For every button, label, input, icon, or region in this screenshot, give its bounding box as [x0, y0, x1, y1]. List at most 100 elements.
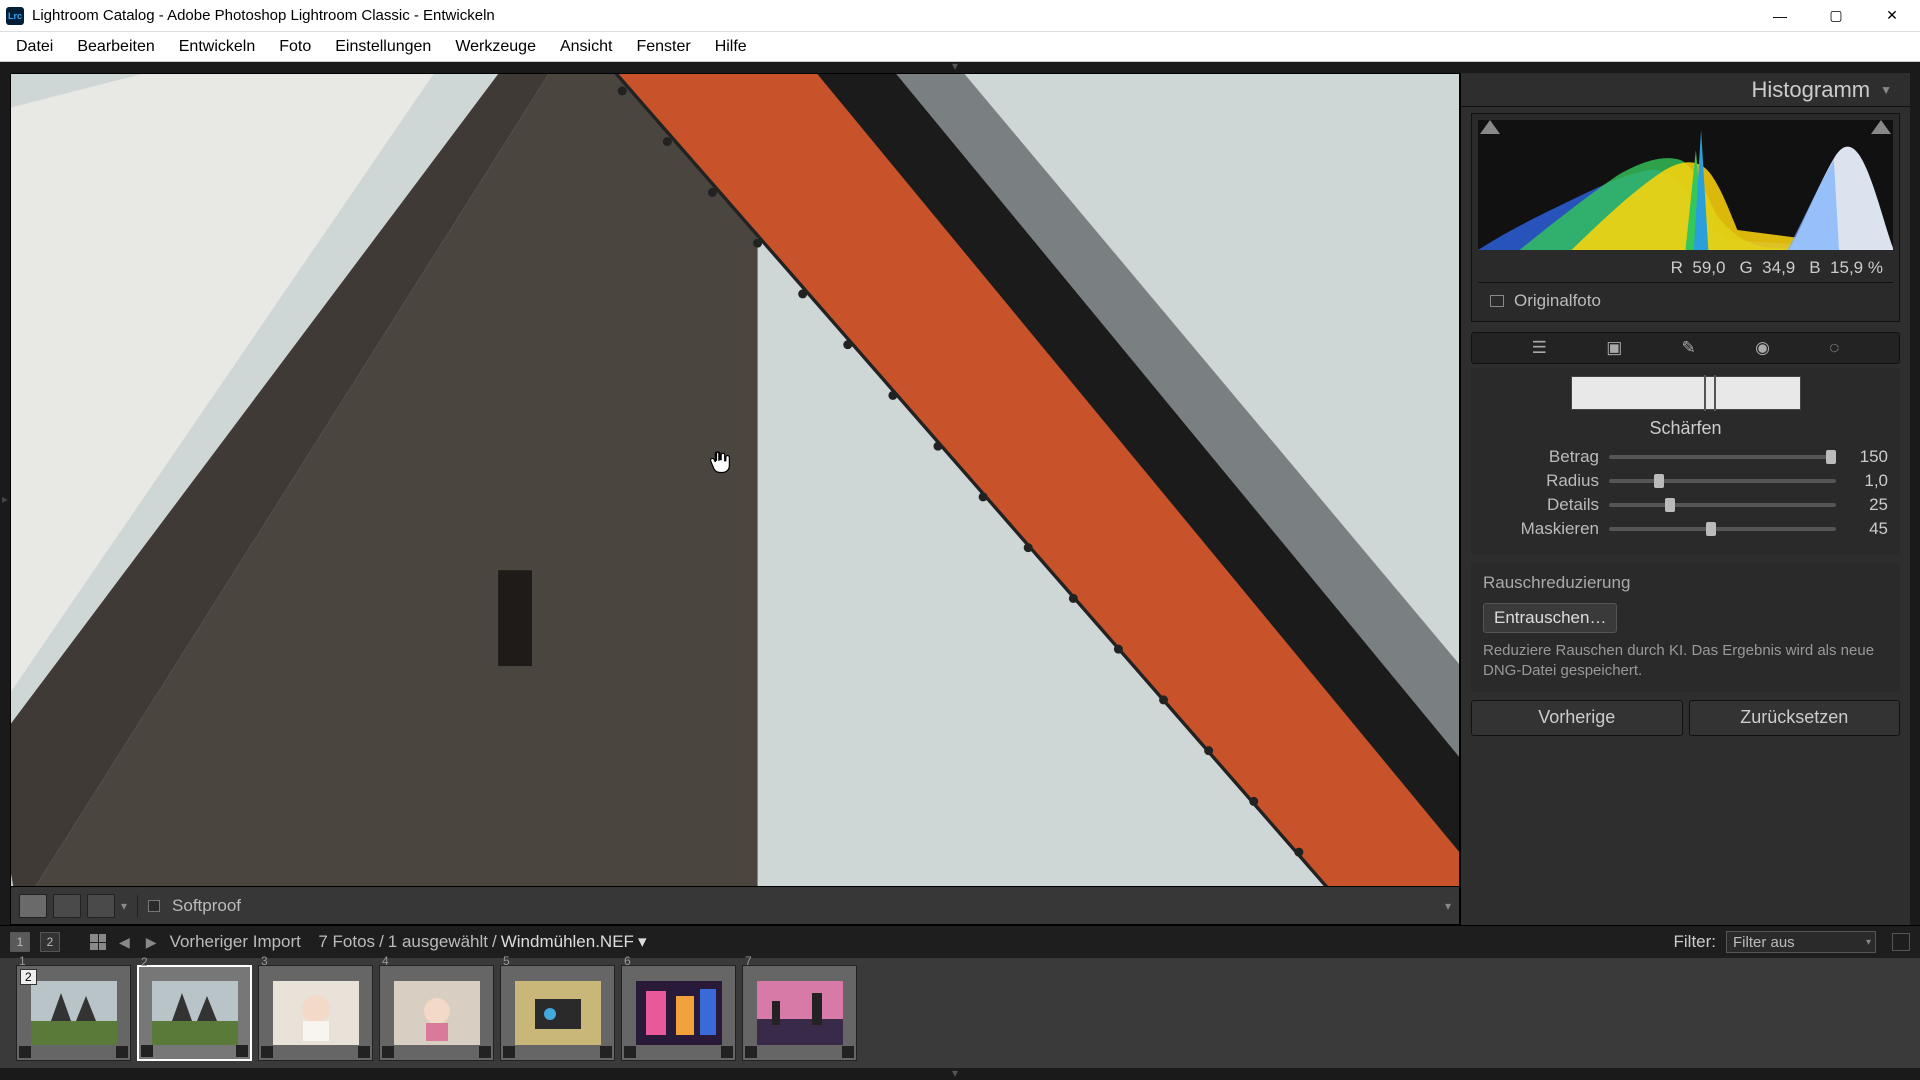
- denoise-button[interactable]: Entrauschen…: [1483, 603, 1617, 633]
- current-filename: Windmühlen.NEF: [501, 932, 634, 952]
- thumbnail-1[interactable]: 1 2: [16, 965, 131, 1061]
- minimize-button[interactable]: —: [1752, 0, 1808, 31]
- details-value[interactable]: 25: [1846, 495, 1888, 515]
- canvas-toolbar: ▾ Softproof ▾: [11, 886, 1459, 924]
- badge-icon: [141, 1045, 153, 1057]
- badge-icon: [624, 1046, 636, 1058]
- heal-tool-icon[interactable]: ✎: [1682, 338, 1696, 358]
- noise-panel: Rauschreduzierung Entrauschen… Reduziere…: [1471, 563, 1900, 692]
- badge-icon: [236, 1045, 248, 1057]
- badge-icon: [745, 1046, 757, 1058]
- menu-bearbeiten[interactable]: Bearbeiten: [65, 34, 166, 60]
- filename-caret-icon[interactable]: ▾: [638, 932, 647, 952]
- original-photo-toggle[interactable]: Originalfoto: [1478, 282, 1893, 319]
- maskieren-label: Maskieren: [1483, 519, 1599, 539]
- top-panel-toggle[interactable]: [0, 62, 1920, 73]
- nav-back-icon[interactable]: ◀: [116, 934, 133, 951]
- crop-tool-icon[interactable]: ▣: [1606, 338, 1622, 358]
- filter-label: Filter:: [1674, 932, 1717, 952]
- divider: [137, 895, 138, 917]
- photo-count: 7 Fotos: [318, 932, 375, 952]
- left-panel-toggle[interactable]: ▸: [0, 73, 10, 925]
- grid-view-icon[interactable]: [90, 934, 106, 950]
- badge-icon: [382, 1046, 394, 1058]
- filmstrip[interactable]: 1 2 2 3 4 5: [0, 958, 1920, 1068]
- histogram-title: Histogramm: [1752, 77, 1871, 103]
- menu-einstellungen[interactable]: Einstellungen: [323, 34, 443, 60]
- photo-preview[interactable]: [11, 74, 1459, 886]
- maximize-button[interactable]: ▢: [1808, 0, 1864, 31]
- menu-datei[interactable]: Datei: [4, 34, 65, 60]
- details-slider[interactable]: [1609, 503, 1836, 507]
- menu-werkzeuge[interactable]: Werkzeuge: [443, 34, 548, 60]
- redeye-tool-icon[interactable]: ◉: [1755, 338, 1770, 358]
- betrag-value[interactable]: 150: [1846, 447, 1888, 467]
- maskieren-value[interactable]: 45: [1846, 519, 1888, 539]
- radius-label: Radius: [1483, 471, 1599, 491]
- close-button[interactable]: ✕: [1864, 0, 1920, 31]
- thumbnail-3[interactable]: 3: [258, 965, 373, 1061]
- filter-select[interactable]: Filter aus: [1726, 931, 1876, 953]
- monitor-2-button[interactable]: 2: [40, 932, 60, 952]
- badge-icon: [600, 1046, 612, 1058]
- betrag-slider[interactable]: [1609, 455, 1836, 459]
- app-icon: Lrc: [6, 7, 24, 25]
- menubar: Datei Bearbeiten Entwickeln Foto Einstel…: [0, 32, 1920, 62]
- softproof-checkbox[interactable]: [148, 900, 160, 912]
- softproof-label: Softproof: [172, 896, 241, 916]
- thumbnail-6[interactable]: 6: [621, 965, 736, 1061]
- maskieren-slider[interactable]: [1609, 527, 1836, 531]
- local-tools-strip: ☰ ▣ ✎ ◉ ◌: [1471, 332, 1900, 364]
- original-photo-label: Originalfoto: [1514, 291, 1601, 311]
- chevron-down-icon: ▼: [1880, 83, 1892, 97]
- thumbnail-4[interactable]: 4: [379, 965, 494, 1061]
- rgb-readout: R 59,0 G 34,9 B 15,9 %: [1478, 250, 1893, 282]
- monitor-1-button[interactable]: 1: [10, 932, 30, 952]
- badge-icon: [479, 1046, 491, 1058]
- filmstrip-path[interactable]: Vorheriger Import 7 Fotos / 1 ausgewählt…: [170, 932, 647, 952]
- badge-icon: [358, 1046, 370, 1058]
- reset-button[interactable]: Zurücksetzen: [1689, 700, 1901, 736]
- badge-icon: [721, 1046, 733, 1058]
- titlebar: Lrc Lightroom Catalog - Adobe Photoshop …: [0, 0, 1920, 32]
- prev-import-label: Vorheriger Import: [170, 932, 301, 952]
- toolbar-menu-caret-icon[interactable]: ▾: [1445, 899, 1451, 913]
- histogram-display[interactable]: [1478, 120, 1893, 250]
- view-compare-button[interactable]: [53, 894, 81, 918]
- view-mode-caret-icon[interactable]: ▾: [121, 899, 127, 913]
- view-single-button[interactable]: [19, 894, 47, 918]
- radius-slider[interactable]: [1609, 479, 1836, 483]
- noise-title: Rauschreduzierung: [1483, 573, 1888, 593]
- thumbnail-5[interactable]: 5: [500, 965, 615, 1061]
- radius-value[interactable]: 1,0: [1846, 471, 1888, 491]
- noise-description: Reduziere Rauschen durch KI. Das Ergebni…: [1483, 641, 1888, 682]
- right-panel-toggle[interactable]: [1910, 73, 1920, 925]
- menu-ansicht[interactable]: Ansicht: [548, 34, 624, 60]
- thumbnail-2[interactable]: 2: [137, 965, 252, 1061]
- badge-icon: [503, 1046, 515, 1058]
- bottom-panel-toggle[interactable]: [0, 1068, 1920, 1080]
- histogram-header[interactable]: Histogramm ▼: [1461, 73, 1910, 107]
- mask-tool-icon[interactable]: ◌: [1829, 338, 1839, 358]
- workspace: ▸: [0, 62, 1920, 1080]
- hand-cursor-icon: [706, 448, 734, 476]
- menu-entwickeln[interactable]: Entwickeln: [167, 34, 267, 60]
- nav-forward-icon[interactable]: ▶: [143, 934, 160, 951]
- menu-foto[interactable]: Foto: [267, 34, 323, 60]
- sharpen-preview[interactable]: [1571, 376, 1801, 410]
- image-area: ▾ Softproof ▾: [10, 73, 1460, 925]
- badge-icon: [842, 1046, 854, 1058]
- badge-icon: [261, 1046, 273, 1058]
- edit-sliders-tool-icon[interactable]: ☰: [1532, 338, 1547, 358]
- view-split-button[interactable]: [87, 894, 115, 918]
- menu-hilfe[interactable]: Hilfe: [703, 34, 759, 60]
- filter-lock-icon[interactable]: [1892, 933, 1910, 951]
- badge-icon: [19, 1046, 31, 1058]
- betrag-label: Betrag: [1483, 447, 1599, 467]
- thumbnail-7[interactable]: 7: [742, 965, 857, 1061]
- previous-button[interactable]: Vorherige: [1471, 700, 1683, 736]
- sharpen-panel: Schärfen Betrag 150 Radius 1,0 Details 2…: [1471, 368, 1900, 555]
- window-title: Lightroom Catalog - Adobe Photoshop Ligh…: [32, 7, 1752, 24]
- menu-fenster[interactable]: Fenster: [624, 34, 702, 60]
- sharpen-title: Schärfen: [1483, 418, 1888, 439]
